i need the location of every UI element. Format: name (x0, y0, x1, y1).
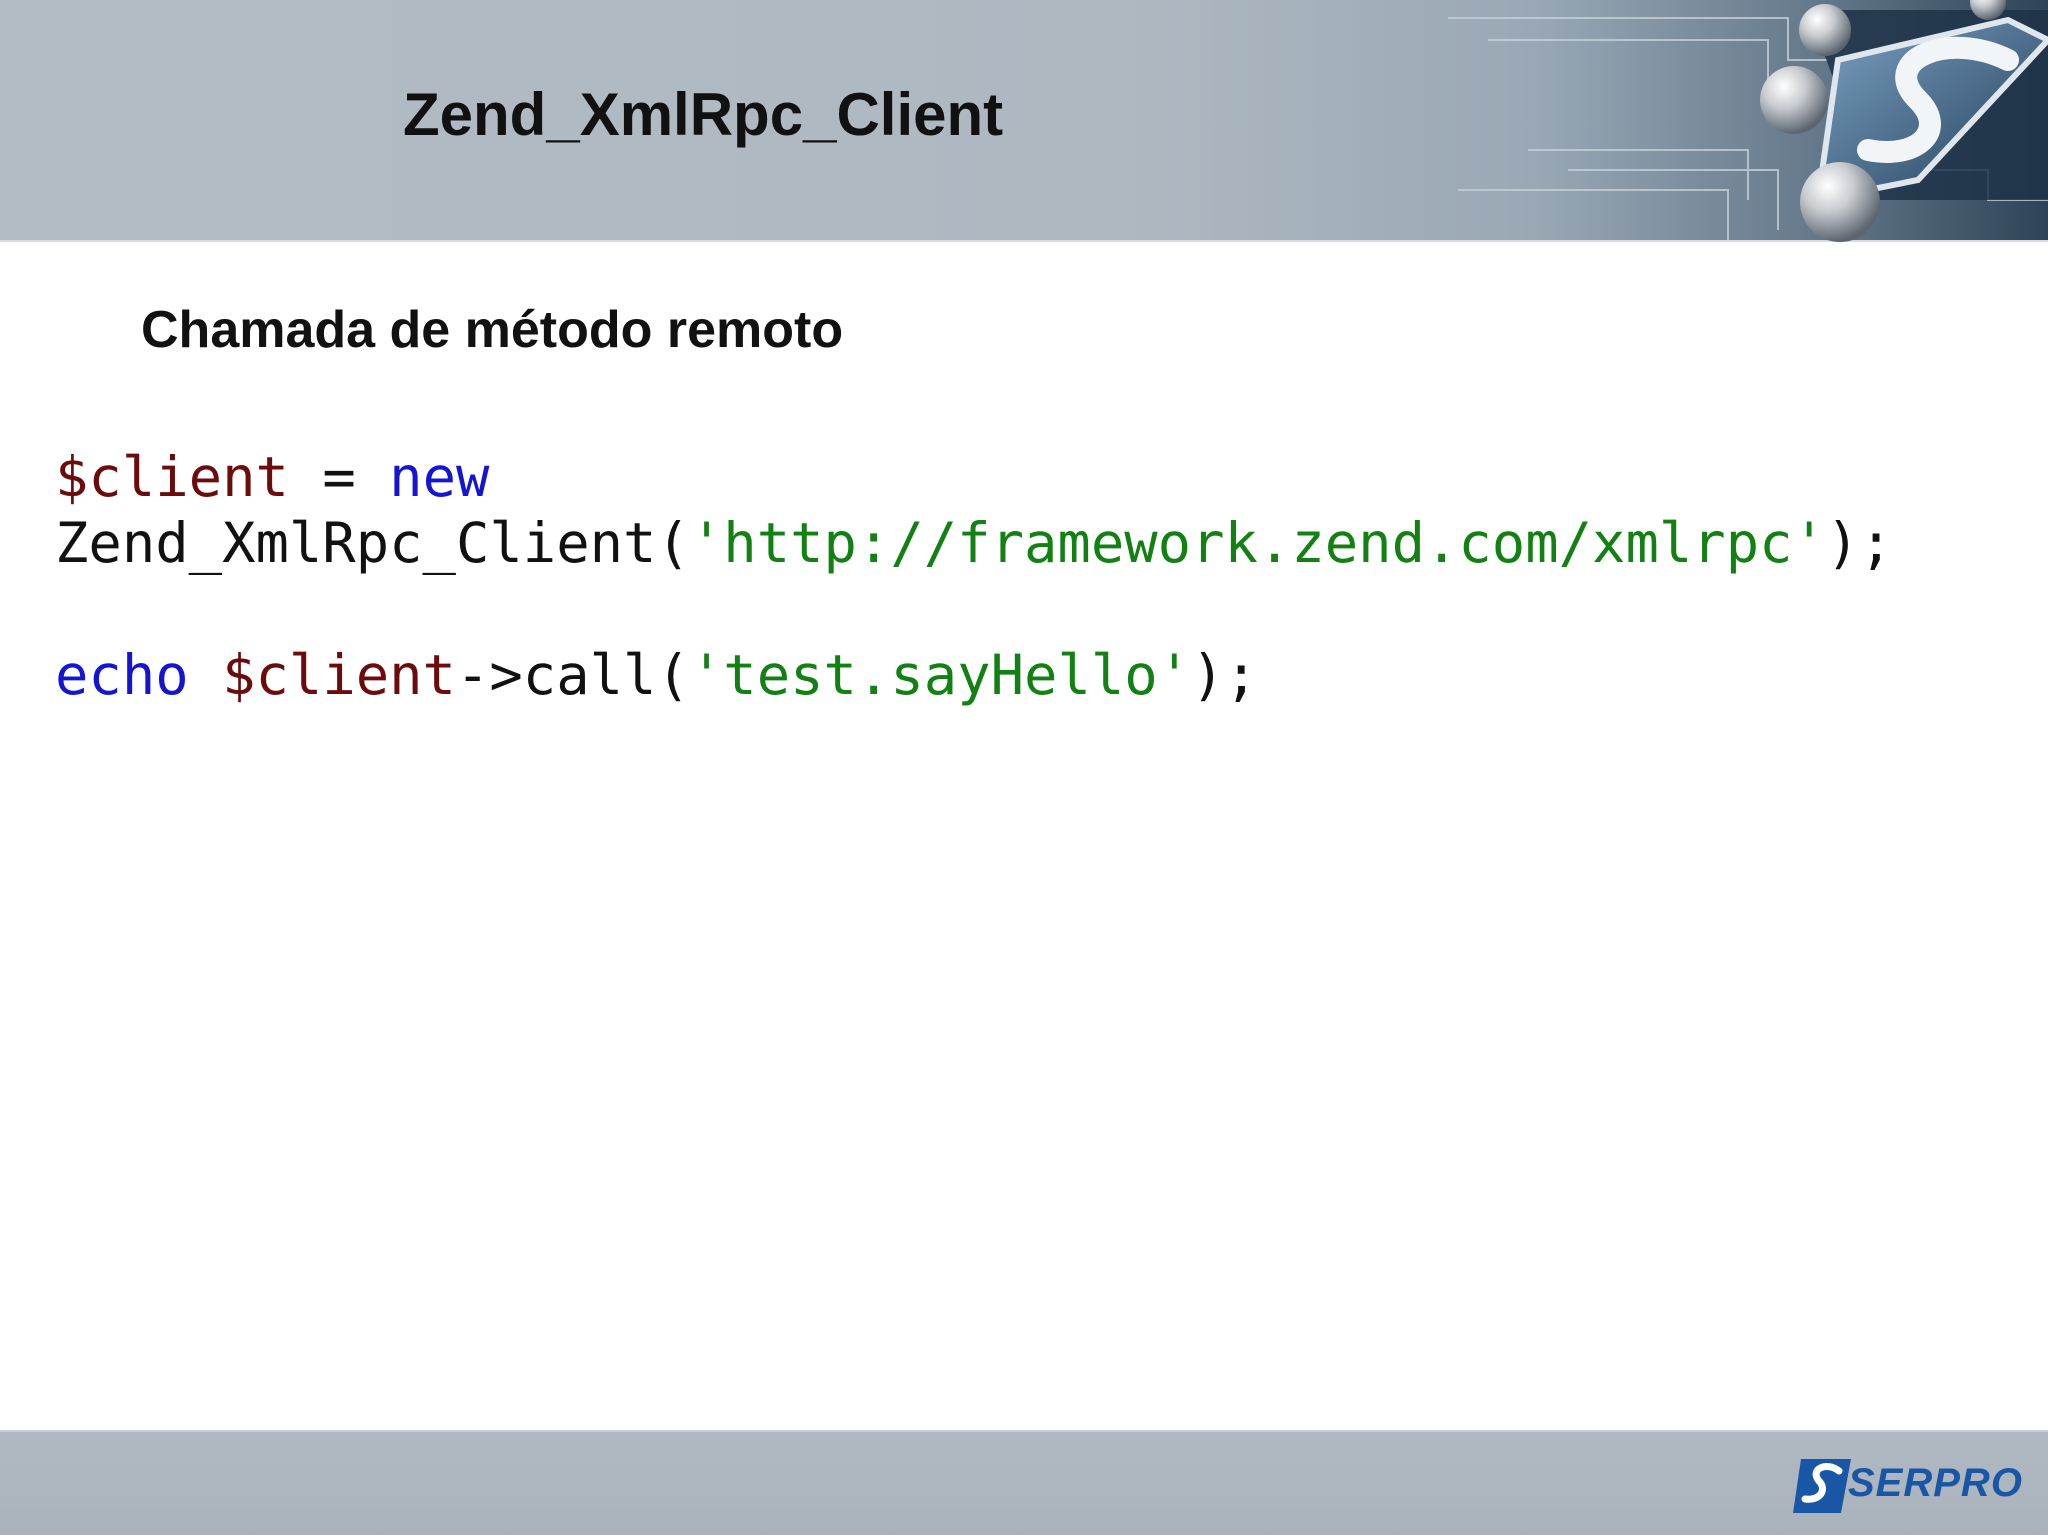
code-operator: = (288, 445, 390, 510)
code-terminator: ); (1191, 643, 1258, 708)
code-string: 'http://framework.zend.com/xmlrpc' (689, 511, 1826, 576)
code-keyword: echo (55, 643, 189, 708)
code-keyword: new (389, 445, 490, 510)
code-class-call: Zend_XmlRpc_Client( (55, 511, 690, 576)
code-block: $client = new Zend_XmlRpc_Client('http://… (55, 445, 1893, 709)
slide-title: Zend_XmlRpc_Client (403, 81, 1004, 148)
header-band: Zend_XmlRpc_Client (0, 0, 2048, 242)
code-variable: $client (55, 445, 289, 510)
code-line-1: $client = new (55, 445, 1893, 511)
serpro-logo-text: SERPRO (1848, 1461, 2023, 1505)
footer-band (0, 1430, 2048, 1535)
slide: Zend_XmlRpc_Client Chamada de método rem… (0, 0, 2048, 1535)
header-decoration (1448, 0, 2048, 242)
serpro-logo-icon: SERPRO (1793, 1455, 2022, 1517)
code-variable: $client (222, 643, 456, 708)
slide-subtitle: Chamada de método remoto (141, 301, 844, 359)
code-string: 'test.sayHello' (689, 643, 1192, 708)
code-method-call: ->call( (455, 643, 690, 708)
code-terminator: ); (1825, 511, 1893, 576)
code-line-2: Zend_XmlRpc_Client('http://framework.zen… (55, 511, 1893, 577)
code-line-3: echo $client->call('test.sayHello'); (55, 643, 1893, 709)
serpro-logo-mark (1793, 1459, 1851, 1513)
